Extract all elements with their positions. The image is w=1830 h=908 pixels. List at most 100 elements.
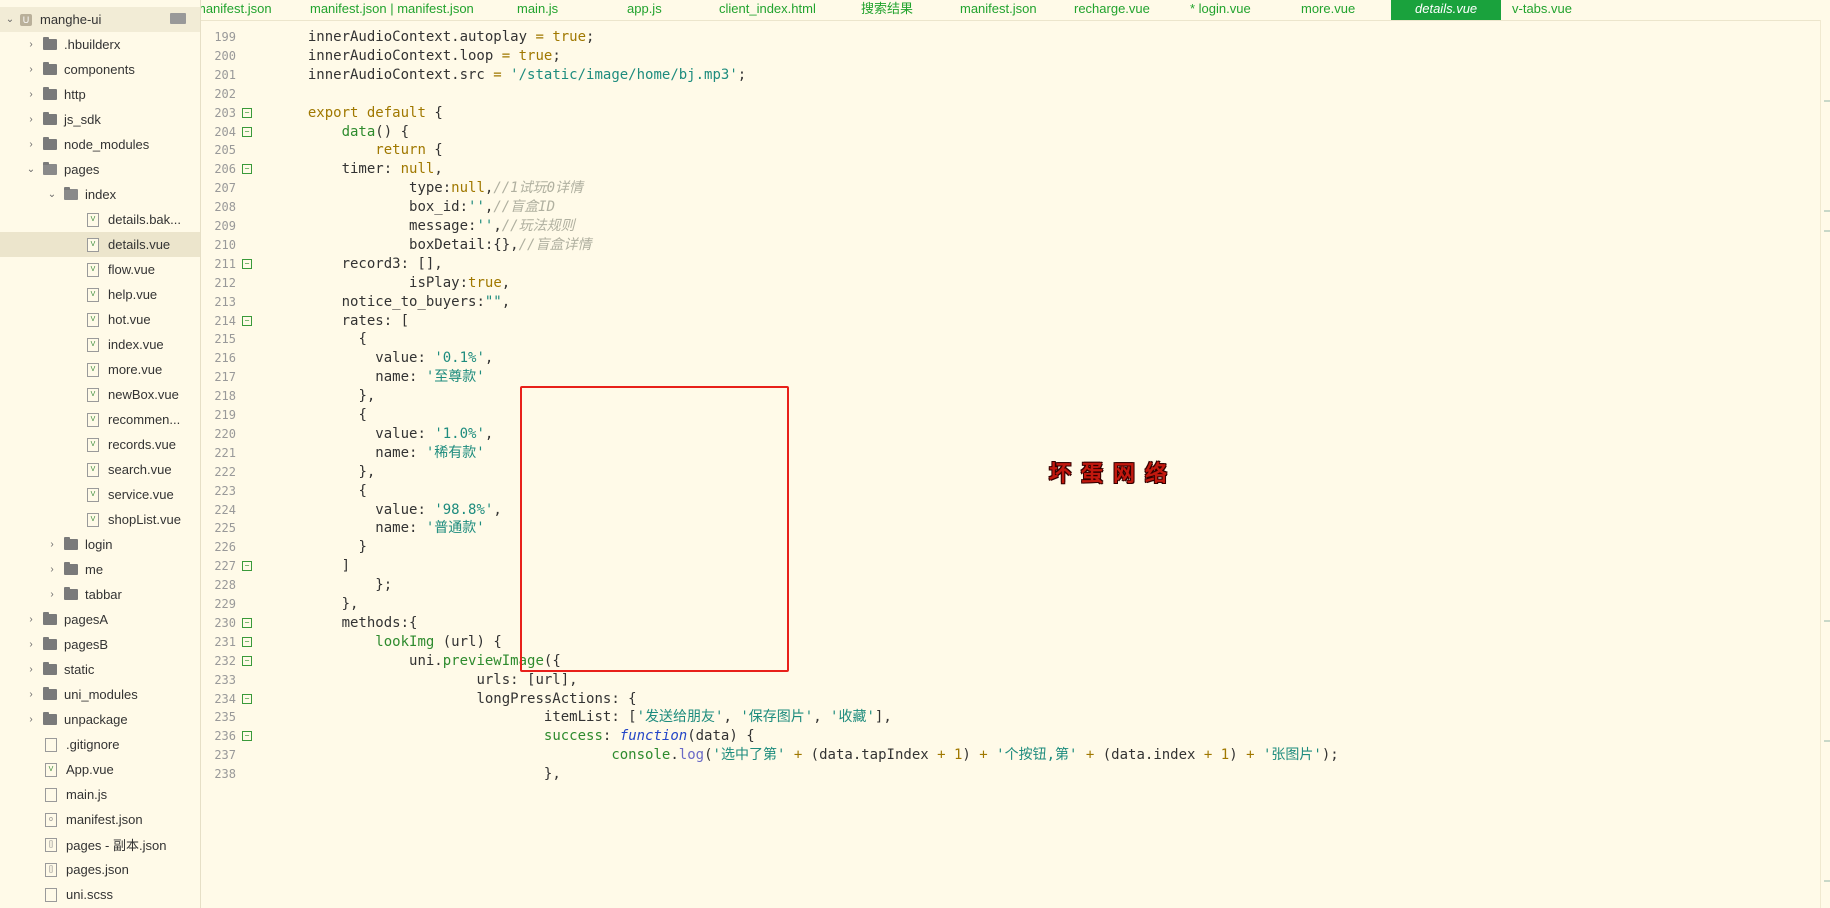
chevron-right-icon[interactable]: › <box>46 539 58 550</box>
chevron-right-icon[interactable]: › <box>25 64 37 75</box>
tree-folder[interactable]: › uni_modules <box>0 682 200 707</box>
code-token: , <box>493 501 502 518</box>
tree-file[interactable]: .gitignore <box>0 732 200 757</box>
fold-toggle-icon[interactable]: − <box>242 126 252 137</box>
tab-more-vue[interactable]: more.vue <box>1301 0 1355 20</box>
code-token: { <box>358 331 367 348</box>
code-token: record3: [], <box>341 255 443 272</box>
tree-file[interactable]: V App.vue <box>0 757 200 782</box>
fold-toggle-icon[interactable]: − <box>242 693 252 704</box>
code-token: name: <box>375 369 426 386</box>
fold-toggle-icon[interactable]: − <box>242 315 252 326</box>
folder-icon <box>43 137 57 150</box>
tab-manifest-json[interactable]: manifest.json <box>201 0 272 20</box>
tree-file[interactable]: VshopList.vue <box>0 507 200 532</box>
open-folder-icon[interactable] <box>170 13 186 24</box>
chevron-down-icon[interactable]: ⌄ <box>25 164 37 175</box>
tree-folder[interactable]: › unpackage <box>0 707 200 732</box>
tab-client-index-html[interactable]: client_index.html <box>719 0 816 20</box>
tree-file[interactable]: [] pages - 副本.json <box>0 832 200 857</box>
chevron-right-icon[interactable]: › <box>25 639 37 650</box>
tree-file[interactable]: VnewBox.vue <box>0 382 200 407</box>
code-line[interactable]: 238}, <box>201 763 1821 785</box>
tree-file[interactable]: Vhelp.vue <box>0 282 200 307</box>
chevron-right-icon[interactable]: › <box>25 614 37 625</box>
tree-file[interactable]: Vrecords.vue <box>0 432 200 457</box>
tree-file[interactable]: Vsearch.vue <box>0 457 200 482</box>
tree-file[interactable]: main.js <box>0 782 200 807</box>
code-token: , <box>434 161 443 178</box>
tree-folder[interactable]: › http <box>0 82 200 107</box>
tree-file[interactable]: Vflow.vue <box>0 257 200 282</box>
fold-toggle-icon[interactable]: − <box>242 655 252 666</box>
tree-file[interactable]: Vdetails.vue <box>0 232 200 257</box>
fold-toggle-icon[interactable]: − <box>242 164 252 175</box>
code-token: return <box>375 142 426 159</box>
tab-manifest-json-manifest-json[interactable]: manifest.json | manifest.json <box>310 0 474 20</box>
tab-app-js[interactable]: app.js <box>627 0 662 20</box>
tab-login-vue[interactable]: * login.vue <box>1190 0 1251 20</box>
chevron-right-icon[interactable]: › <box>25 664 37 675</box>
tree-file[interactable]: Vrecommen... <box>0 407 200 432</box>
chevron-down-icon[interactable]: ⌄ <box>46 189 58 200</box>
tree-file[interactable]: uni.scss <box>0 882 200 907</box>
code-token: true <box>552 29 587 45</box>
tree-folder[interactable]: › js_sdk <box>0 107 200 132</box>
chevron-right-icon[interactable]: › <box>25 139 37 150</box>
tree-folder[interactable]: › pagesB <box>0 632 200 657</box>
fold-toggle-icon[interactable]: − <box>242 731 252 742</box>
tree-folder[interactable]: › components <box>0 57 200 82</box>
tree-folder[interactable]: › login <box>0 532 200 557</box>
tree-file[interactable]: [] pages.json <box>0 857 200 882</box>
tree-file[interactable]: Vmore.vue <box>0 357 200 382</box>
tab-v-tabs-vue[interactable]: v-tabs.vue <box>1512 0 1572 20</box>
code-text: }, <box>544 763 561 785</box>
fold-toggle-icon[interactable]: − <box>242 561 252 572</box>
tree-folder[interactable]: › node_modules <box>0 132 200 157</box>
tree-file[interactable]: Vhot.vue <box>0 307 200 332</box>
tree-item-label: js_sdk <box>64 112 101 127</box>
tree-file[interactable]: o manifest.json <box>0 807 200 832</box>
code-editor[interactable]: 199 innerAudioContext.autoplay = true; 200… <box>201 20 1821 908</box>
tab-main-js[interactable]: main.js <box>517 0 558 20</box>
tab-[interactable]: 搜索结果 <box>861 0 913 20</box>
tree-folder[interactable]: ⌄ pages <box>0 157 200 182</box>
code-token: value: <box>375 501 435 518</box>
tree-folder[interactable]: › pagesA <box>0 607 200 632</box>
chevron-right-icon[interactable]: › <box>25 714 37 725</box>
tree-file[interactable]: Vindex.vue <box>0 332 200 357</box>
code-token: '张图片' <box>1262 747 1322 764</box>
tree-file[interactable]: Vservice.vue <box>0 482 200 507</box>
fold-toggle-icon[interactable]: − <box>242 107 252 118</box>
tab-recharge-vue[interactable]: recharge.vue <box>1074 0 1150 20</box>
tab-details-vue[interactable]: details.vue <box>1391 0 1502 20</box>
fold-toggle-icon[interactable]: − <box>242 636 252 647</box>
fold-toggle-icon[interactable]: − <box>242 258 252 269</box>
code-token: notice_to_buyers: <box>341 293 485 310</box>
tree-folder[interactable]: › me <box>0 557 200 582</box>
code-token: export <box>307 104 359 121</box>
chevron-right-icon[interactable]: › <box>25 114 37 125</box>
fold-toggle-icon[interactable]: − <box>242 617 252 628</box>
tree-folder[interactable]: ⌄ index <box>0 182 200 207</box>
tab-manifest-json[interactable]: manifest.json <box>960 0 1037 20</box>
tree-folder[interactable]: › .hbuilderx <box>0 32 200 57</box>
tree-file[interactable]: Vdetails.bak... <box>0 207 200 232</box>
chevron-right-icon[interactable]: › <box>25 689 37 700</box>
chevron-right-icon[interactable]: › <box>46 589 58 600</box>
minimap[interactable] <box>1820 20 1830 908</box>
tree-item-label: details.vue <box>108 237 171 252</box>
chevron-down-icon[interactable]: ⌄ <box>4 14 16 25</box>
file-icon <box>45 737 57 752</box>
tree-folder[interactable]: › static <box>0 657 200 682</box>
chevron-right-icon[interactable]: › <box>25 39 37 50</box>
tree-folder[interactable]: › tabbar <box>0 582 200 607</box>
chevron-right-icon[interactable]: › <box>46 564 58 575</box>
chevron-right-icon[interactable]: › <box>25 89 37 100</box>
code-token: rates: [ <box>341 312 410 329</box>
code-token: , <box>484 350 494 367</box>
